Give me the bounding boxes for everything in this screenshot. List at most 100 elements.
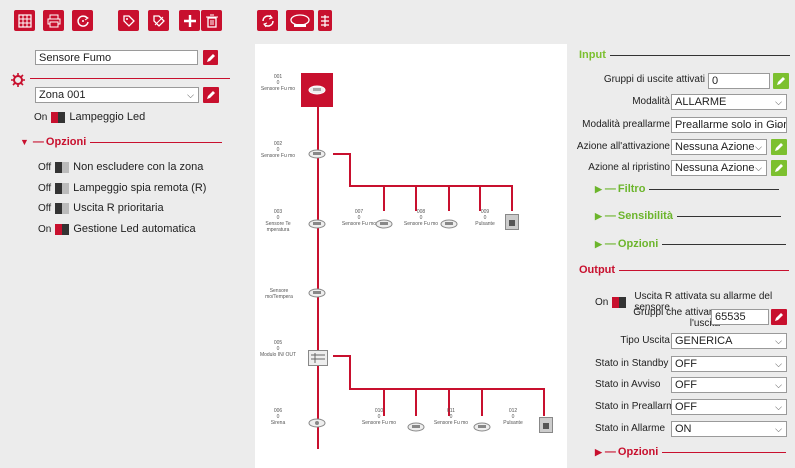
bus-line xyxy=(349,185,513,187)
temperature-sensor-icon[interactable] xyxy=(308,288,326,301)
gear-icon[interactable] xyxy=(11,73,25,87)
option-toggle[interactable]: Off Non escludere con la zona xyxy=(38,161,203,173)
toggle-switch[interactable] xyxy=(51,111,66,123)
modalita-select[interactable]: ALLARME ⌵ xyxy=(671,94,787,110)
node-label: 006 0 Sirena xyxy=(270,408,286,426)
tipo-uscita-select[interactable]: GENERICA ⌵ xyxy=(671,333,787,349)
chevron-down-icon: ⌵ xyxy=(775,97,782,107)
chevron-down-icon: ⌵ xyxy=(755,142,762,152)
temperature-sensor-icon[interactable] xyxy=(308,219,326,232)
smoke-sensor-icon[interactable] xyxy=(440,219,458,232)
push-button-icon[interactable] xyxy=(505,214,519,230)
toggle-switch[interactable] xyxy=(612,296,627,308)
grid-icon[interactable] xyxy=(14,10,35,31)
smoke-sensor-icon[interactable] xyxy=(407,422,425,435)
chevron-down-icon: ⌵ xyxy=(775,380,782,390)
azione-attivazione-select[interactable]: Nessuna Azione ⌵ xyxy=(671,139,767,155)
output-opzioni-section-header[interactable]: ▶ — Opzioni xyxy=(595,446,787,458)
smoke-sensor-icon[interactable] xyxy=(301,73,333,107)
output-section-header: Output xyxy=(579,264,790,276)
select-value: ON xyxy=(675,423,692,435)
siren-icon[interactable] xyxy=(308,418,326,431)
triangle-right-icon: ▶ xyxy=(595,210,602,221)
tag-add-icon[interactable] xyxy=(118,10,139,31)
toggle-state: On xyxy=(34,111,48,123)
triangle-right-icon: ▶ xyxy=(595,446,602,457)
chevron-down-icon: ⌵ xyxy=(775,424,782,434)
node-label: 002 0 Sensore Fu mo xyxy=(260,141,296,159)
node-label: 011 0 Sensore Fu mo xyxy=(433,408,469,426)
azione-ripristino-select[interactable]: Nessuna Azione ⌵ xyxy=(671,160,767,176)
smoke-sensor-icon[interactable] xyxy=(375,219,393,232)
toggle-label: Lampeggio Led xyxy=(69,111,146,123)
device-name-field[interactable]: Sensore Fumo xyxy=(35,50,198,65)
option-toggle[interactable]: On Gestione Led automatica xyxy=(38,223,196,235)
sensibilita-section-header[interactable]: ▶ — Sensibilità xyxy=(595,210,781,222)
standby-select[interactable]: OFF ⌵ xyxy=(671,356,787,372)
toggle-label: Lampeggio spia remota (R) xyxy=(73,182,207,194)
plus-icon[interactable] xyxy=(179,10,200,31)
edit-button[interactable] xyxy=(773,73,789,89)
node-label: 005 0 Modulo IN/ OUT xyxy=(259,340,297,358)
bus-line xyxy=(333,355,350,357)
smoke-sensor-icon[interactable] xyxy=(308,149,326,162)
options-section-header[interactable]: ▼ — Opzioni xyxy=(20,136,223,148)
field-label: Azione all'attivazione xyxy=(576,141,670,152)
node-label: 001 0 Sensore Fu mo xyxy=(260,74,296,92)
section-title: Filtro xyxy=(617,183,646,195)
chevron-down-icon: ⌵ xyxy=(187,90,194,100)
section-title: Sensibilità xyxy=(617,210,673,222)
zone-select[interactable]: Zona 001 ⌵ xyxy=(35,87,199,103)
field-label: Stato in Allarme xyxy=(595,423,666,434)
gruppi-uscita-field[interactable]: 65535 xyxy=(711,309,769,325)
led-toggle[interactable]: On Lampeggio Led xyxy=(34,111,145,123)
node-label: 008 0 Sensore Fu mo xyxy=(403,209,439,227)
input-section-header: Input xyxy=(579,49,790,61)
sync-icon[interactable] xyxy=(257,10,278,31)
toolbar xyxy=(0,0,795,40)
trash-icon[interactable] xyxy=(201,10,222,31)
node-label: 007 0 Sensore Fu mo xyxy=(341,209,377,227)
printer-icon[interactable] xyxy=(43,10,64,31)
option-toggle[interactable]: Off Lampeggio spia remota (R) xyxy=(38,182,206,194)
bus-line xyxy=(511,185,513,211)
toggle-label: Uscita R prioritaria xyxy=(73,202,164,214)
opzioni-section-header[interactable]: ▶ — Opzioni xyxy=(595,238,787,250)
push-button-icon[interactable] xyxy=(539,417,553,433)
gruppi-field[interactable]: 0 xyxy=(708,73,770,89)
section-title: Opzioni xyxy=(617,446,659,458)
field-label: Modalità xyxy=(632,96,670,107)
preallarme-output-select[interactable]: OFF ⌵ xyxy=(671,399,787,415)
refresh-scan-icon[interactable] xyxy=(72,10,93,31)
chevron-down-icon: ⌵ xyxy=(755,163,762,173)
device-add-icon[interactable] xyxy=(286,10,314,31)
io-module-icon[interactable] xyxy=(308,350,328,366)
smoke-sensor-icon[interactable] xyxy=(473,422,491,435)
field-label: Azione al ripristino xyxy=(588,162,670,173)
sort-icon[interactable] xyxy=(318,10,332,31)
edit-button[interactable] xyxy=(771,139,787,155)
edit-button[interactable] xyxy=(771,309,787,325)
option-toggle[interactable]: Off Uscita R prioritaria xyxy=(38,202,164,214)
preallarme-select[interactable]: Preallarme solo in Giorno ⌵ xyxy=(671,117,787,133)
left-panel: Sensore Fumo Zona 001 ⌵ On Lampeggio Led ▼… xyxy=(10,40,250,468)
field-label: Tipo Uscita xyxy=(620,335,670,346)
toggle-switch[interactable] xyxy=(55,161,70,173)
toggle-switch[interactable] xyxy=(55,182,70,194)
section-title: Opzioni xyxy=(617,238,659,250)
allarme-select[interactable]: ON ⌵ xyxy=(671,421,787,437)
chevron-down-icon: ⌵ xyxy=(775,359,782,369)
right-panel: Input Gruppi di uscite attivati 0 Modali… xyxy=(573,44,795,468)
filtro-section-header[interactable]: ▶ — Filtro xyxy=(595,183,780,195)
avviso-select[interactable]: OFF ⌵ xyxy=(671,377,787,393)
toggle-switch[interactable] xyxy=(55,202,70,214)
bus-line xyxy=(349,355,351,389)
toggle-switch[interactable] xyxy=(55,223,70,235)
toggle-state: On xyxy=(38,223,52,235)
tag-remove-icon[interactable] xyxy=(148,10,169,31)
edit-button[interactable] xyxy=(771,160,787,176)
edit-zone-button[interactable] xyxy=(203,87,219,103)
node-label: 010 0 Sensore Fu mo xyxy=(361,408,397,426)
node-label: 012 0 Pulsante xyxy=(503,408,523,426)
edit-name-button[interactable] xyxy=(203,50,218,65)
